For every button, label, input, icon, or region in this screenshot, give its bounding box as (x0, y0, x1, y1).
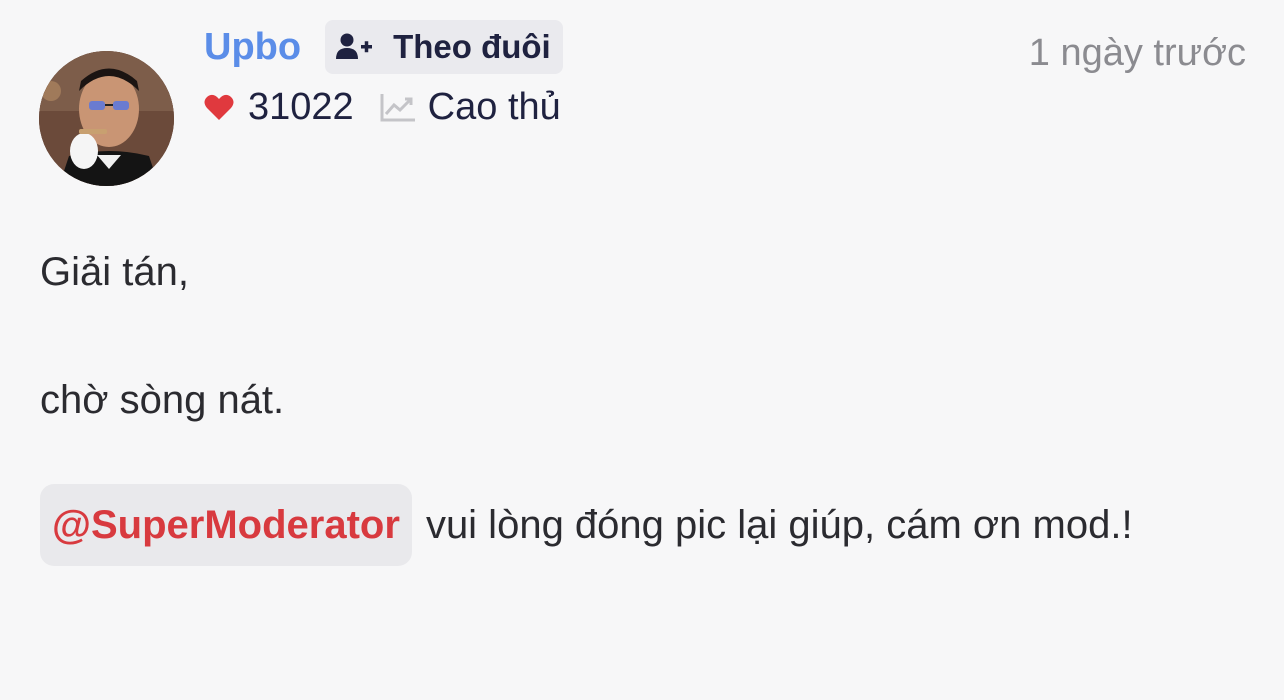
author-row: Upbo Theo đuôi (204, 20, 563, 74)
user-plus-icon (335, 32, 373, 62)
mention-link[interactable]: @SuperModerator (40, 484, 412, 566)
post-card: Upbo Theo đuôi 31022 Cao thủ 1 ngày trướ… (0, 0, 1284, 700)
chart-line-icon (380, 92, 416, 122)
body-paragraph: @SuperModerator vui lòng đóng pic lại giú… (40, 484, 1250, 566)
post-meta: Upbo Theo đuôi 31022 Cao thủ (204, 20, 563, 134)
heart-icon (204, 94, 234, 121)
body-paragraph: Giải tán, (40, 250, 189, 294)
mention-message: vui lòng đóng pic lại giúp, cám ơn mod.! (425, 503, 1133, 547)
avatar-photo (39, 51, 174, 186)
follow-button[interactable]: Theo đuôi (325, 20, 563, 74)
author-username[interactable]: Upbo (204, 28, 301, 66)
author-stats: 31022 Cao thủ (204, 80, 563, 134)
follow-label: Theo đuôi (393, 28, 551, 65)
post-timestamp: 1 ngày trước (1028, 32, 1246, 74)
body-paragraph: chờ sòng nát. (40, 378, 285, 422)
user-rank: Cao thủ (427, 85, 561, 128)
avatar[interactable] (39, 51, 174, 186)
like-count: 31022 (248, 85, 354, 128)
